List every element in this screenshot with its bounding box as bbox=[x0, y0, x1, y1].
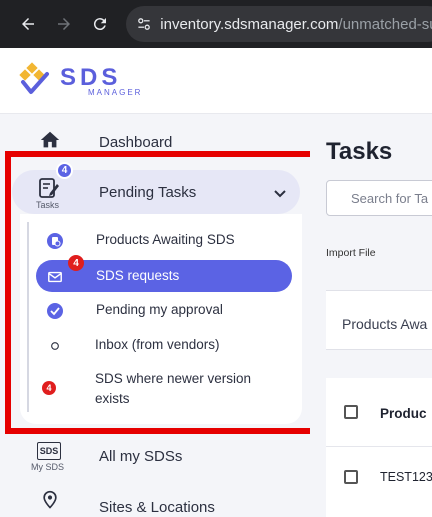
submenu-divider bbox=[27, 222, 29, 412]
browser-toolbar: inventory.sdsmanager.com/unmatched-sub bbox=[0, 0, 432, 48]
newer-version-label-line1: SDS where newer version bbox=[95, 371, 252, 386]
newer-version-label-line2: exists bbox=[95, 391, 130, 406]
products-awaiting-label: Products Awaiting SDS bbox=[96, 232, 235, 247]
empty-circle-icon bbox=[46, 337, 64, 355]
my-sds-icon: SDS bbox=[37, 442, 61, 460]
url-host: inventory.sdsmanager.com bbox=[160, 15, 339, 33]
submenu-item-inbox-vendors[interactable]: Inbox (from vendors) bbox=[36, 329, 292, 361]
sites-locations-label: Sites & Locations bbox=[99, 499, 215, 516]
url-text: inventory.sdsmanager.com/unmatched-sub bbox=[160, 16, 432, 33]
address-bar[interactable]: inventory.sdsmanager.com/unmatched-sub bbox=[126, 6, 432, 42]
sidebar-item-sites-locations[interactable]: Sites & Locations bbox=[0, 486, 310, 517]
tab-products-awaiting[interactable]: Products Awa bbox=[342, 316, 427, 332]
search-field[interactable] bbox=[326, 180, 432, 216]
site-settings-icon[interactable] bbox=[134, 13, 154, 35]
location-pin-icon bbox=[36, 486, 64, 514]
pending-approval-label: Pending my approval bbox=[96, 302, 223, 317]
submenu-item-products-awaiting-sds[interactable]: Products Awaiting SDS bbox=[36, 224, 292, 256]
back-button[interactable] bbox=[16, 12, 40, 36]
envelope-icon bbox=[46, 268, 64, 286]
tasks-icon bbox=[39, 178, 59, 198]
home-icon bbox=[36, 126, 64, 154]
reload-button[interactable] bbox=[88, 12, 112, 36]
page-title: Tasks bbox=[326, 138, 393, 165]
sds-requests-label: SDS requests bbox=[96, 268, 180, 283]
reload-icon bbox=[93, 18, 106, 31]
forward-arrow-icon bbox=[58, 18, 70, 30]
check-circle-icon bbox=[46, 302, 64, 320]
logo-icon[interactable] bbox=[18, 62, 50, 96]
products-table bbox=[326, 378, 432, 517]
row-checkbox[interactable] bbox=[344, 470, 358, 484]
submenu-item-pending-approval[interactable]: Pending my approval bbox=[36, 294, 292, 326]
select-all-checkbox[interactable] bbox=[344, 405, 358, 419]
inbox-vendors-label: Inbox (from vendors) bbox=[95, 337, 220, 352]
search-input[interactable] bbox=[327, 181, 432, 215]
chevron-down-icon[interactable] bbox=[272, 185, 288, 201]
dashboard-label: Dashboard bbox=[99, 134, 173, 151]
logo-subtitle: MANAGER bbox=[88, 88, 143, 97]
table-row-divider bbox=[326, 446, 432, 447]
column-header-product[interactable]: Produc bbox=[380, 406, 427, 421]
submenu-item-newer-version[interactable]: 4 SDS where newer version exists bbox=[36, 364, 292, 414]
pending-tasks-label: Pending Tasks bbox=[99, 184, 197, 201]
pending-count-badge: 4 bbox=[56, 162, 73, 179]
url-path: /unmatched-sub bbox=[338, 15, 432, 33]
forward-button[interactable] bbox=[52, 12, 76, 36]
red-badge-icon: 4 bbox=[42, 381, 56, 395]
tasks-caption: Tasks bbox=[36, 200, 60, 210]
my-sds-caption: My SDS bbox=[31, 462, 65, 472]
app-header: SDS MANAGER bbox=[0, 48, 432, 114]
import-file-label[interactable]: Import File bbox=[326, 247, 376, 259]
sds-requests-badge: 4 bbox=[68, 255, 84, 271]
bag-clock-icon bbox=[46, 232, 64, 250]
table-row-product-name: TEST123 bbox=[380, 470, 432, 484]
all-my-sds-label: All my SDSs bbox=[99, 448, 183, 465]
sidebar-item-all-my-sds[interactable]: SDS My SDS All my SDSs bbox=[0, 436, 310, 480]
sidebar-item-dashboard[interactable]: Dashboard bbox=[0, 120, 310, 164]
back-arrow-icon bbox=[22, 18, 34, 30]
